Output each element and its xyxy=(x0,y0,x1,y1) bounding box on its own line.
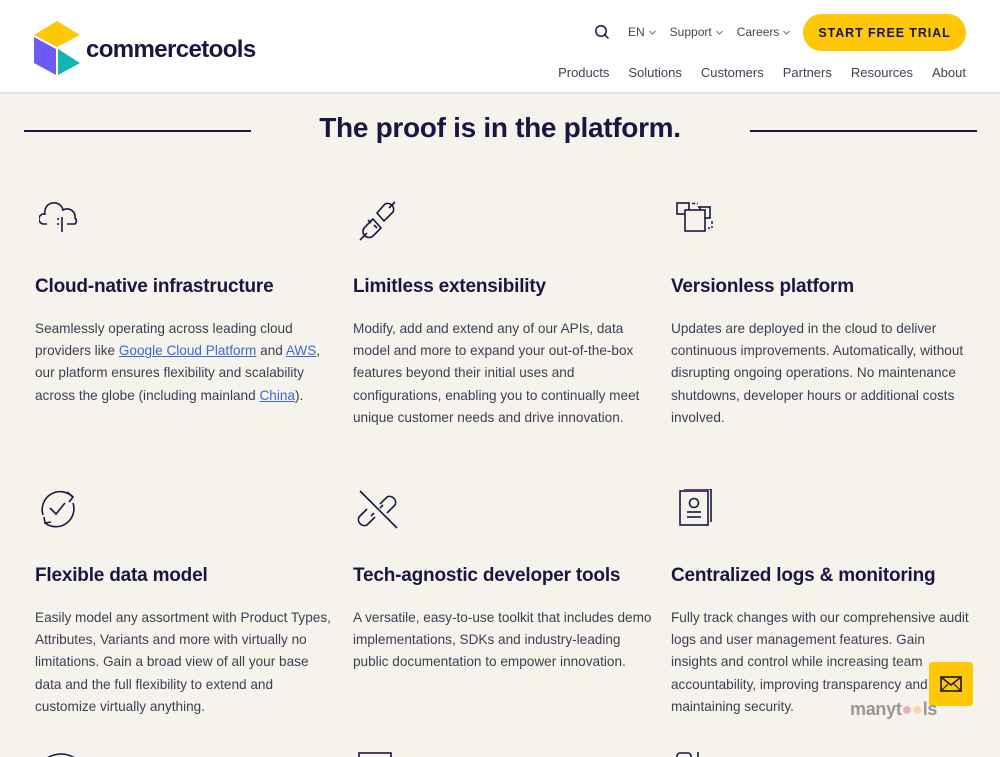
feature-card-developer-tools: Tech-agnostic developer tools A versatil… xyxy=(353,489,653,669)
watermark-dot: ● xyxy=(912,699,923,719)
section-title: The proof is in the platform. xyxy=(319,112,681,143)
feature-title: Versionless platform xyxy=(671,276,854,297)
title-divider-right xyxy=(750,130,977,132)
nav-item-solutions[interactable]: Solutions xyxy=(628,65,681,80)
window-icon xyxy=(358,752,392,757)
document-user-icon xyxy=(679,489,712,526)
feature-card-extensibility: Limitless extensibility Modify, add and … xyxy=(353,200,653,425)
chevron-down-icon xyxy=(648,30,656,35)
feature-description: Seamlessly operating across leading clou… xyxy=(35,318,335,407)
feature-title: Flexible data model xyxy=(35,565,208,586)
nav-item-products[interactable]: Products xyxy=(558,65,609,80)
brand-logo[interactable]: commercetools xyxy=(34,19,256,75)
text-segment: and xyxy=(256,343,286,359)
aws-link[interactable]: AWS xyxy=(286,343,316,358)
support-label: Support xyxy=(669,25,712,39)
feature-title: Limitless extensibility xyxy=(353,276,546,297)
text-segment: ). xyxy=(294,387,304,403)
feature-description: Updates are deployed in the cloud to del… xyxy=(671,321,964,425)
cloud-icon xyxy=(39,201,78,232)
language-selector[interactable]: EN xyxy=(628,25,656,39)
china-link[interactable]: China xyxy=(259,388,295,403)
main-nav: Products Solutions Customers Partners Re… xyxy=(539,65,966,80)
feature-title: Tech-agnostic developer tools xyxy=(353,565,621,586)
unlinked-icon xyxy=(357,490,398,529)
feature-card-logs: Centralized logs & monitoring Fully trac… xyxy=(671,489,971,714)
chevron-down-icon xyxy=(783,30,791,35)
language-label: EN xyxy=(628,25,645,39)
feature-title: Cloud-native infrastructure xyxy=(35,276,274,297)
site-header: commercetools EN Support Careers START F… xyxy=(0,0,1000,94)
shield-icon xyxy=(47,753,75,757)
chevron-down-icon xyxy=(715,30,723,35)
nav-item-partners[interactable]: Partners xyxy=(783,65,832,80)
mail-icon xyxy=(940,676,962,692)
nav-item-resources[interactable]: Resources xyxy=(851,65,913,80)
logo-cube-icon xyxy=(34,21,80,75)
manytools-watermark: manyt●●ls xyxy=(850,699,937,720)
careers-menu[interactable]: Careers xyxy=(737,25,791,39)
watermark-dot: ● xyxy=(901,699,913,719)
support-menu[interactable]: Support xyxy=(670,25,723,39)
nav-item-about[interactable]: About xyxy=(932,65,966,80)
feature-card-data-model: Flexible data model Easily model any ass… xyxy=(35,489,335,714)
watermark-text: manyt xyxy=(850,699,902,719)
search-icon[interactable] xyxy=(594,24,610,40)
careers-label: Careers xyxy=(736,25,780,39)
watermark-text: ls xyxy=(922,699,938,719)
feature-title: Centralized logs & monitoring xyxy=(671,565,936,586)
nav-item-customers[interactable]: Customers xyxy=(701,65,764,80)
feature-card-cloud: Cloud-native infrastructure Seamlessly o… xyxy=(35,200,335,403)
feature-description: Easily model any assortment with Product… xyxy=(35,610,331,714)
start-free-trial-button[interactable]: START FREE TRIAL xyxy=(803,14,966,51)
google-cloud-platform-link[interactable]: Google Cloud Platform xyxy=(119,343,257,358)
sync-check-icon xyxy=(41,490,75,528)
plug-icon xyxy=(359,201,396,241)
feature-description: Modify, add and extend any of our APIs, … xyxy=(353,321,640,425)
feature-card-versionless: Versionless platform Updates are deploye… xyxy=(671,200,971,425)
utility-nav: EN Support Careers xyxy=(594,24,804,40)
feature-description: A versatile, easy-to-use toolkit that in… xyxy=(353,610,652,670)
device-icon xyxy=(676,752,699,757)
versions-icon xyxy=(676,202,713,232)
brand-name: commercetools xyxy=(86,36,256,63)
